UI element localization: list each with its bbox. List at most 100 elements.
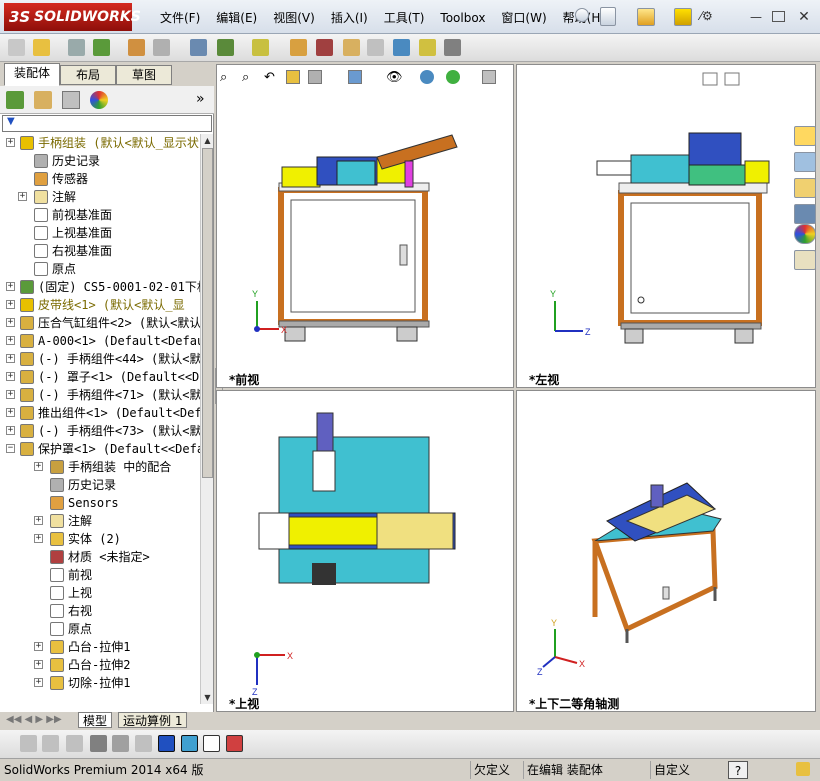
- display-style-icon[interactable]: [348, 70, 362, 84]
- tree-item[interactable]: + 手柄组装 (默认<默认_显示状: [0, 134, 200, 152]
- expand-icon[interactable]: +: [34, 462, 43, 471]
- view-orientation-icon[interactable]: [308, 70, 322, 84]
- smart-dimension-icon[interactable]: [42, 735, 59, 752]
- menu-item-5[interactable]: Toolbox: [432, 9, 493, 27]
- mate-icon[interactable]: [68, 39, 85, 56]
- tree-item[interactable]: 前视基准面: [0, 206, 200, 224]
- scroll-up-icon[interactable]: ▲: [201, 134, 214, 147]
- pin-icon[interactable]: [575, 8, 589, 22]
- tree-item[interactable]: 前视: [0, 566, 200, 584]
- tree-item[interactable]: + 凸台-拉伸2: [0, 656, 200, 674]
- help-icon[interactable]: ?: [728, 761, 748, 779]
- tree-item[interactable]: + 皮带线<1> (默认<默认_显: [0, 296, 200, 314]
- expand-icon[interactable]: +: [34, 516, 43, 525]
- expand-icon[interactable]: +: [18, 192, 27, 201]
- new-motion-study-icon[interactable]: [290, 39, 307, 56]
- custom-properties-icon[interactable]: [794, 250, 816, 270]
- menu-item-3[interactable]: 插入(I): [323, 9, 376, 27]
- bill-of-materials-icon[interactable]: [316, 39, 333, 56]
- menu-item-1[interactable]: 编辑(E): [208, 9, 265, 27]
- zoom-to-fit-icon[interactable]: ⌕: [220, 70, 227, 85]
- sketch-icon[interactable]: [20, 735, 37, 752]
- tree-item[interactable]: 原点: [0, 260, 200, 278]
- expand-icon[interactable]: +: [34, 642, 43, 651]
- reference-geometry-icon[interactable]: [252, 39, 269, 56]
- expand-icon[interactable]: +: [34, 660, 43, 669]
- property-manager-icon[interactable]: [34, 91, 52, 109]
- expand-icon[interactable]: +: [6, 336, 15, 345]
- design-library-icon[interactable]: [794, 152, 816, 172]
- tree-item[interactable]: 历史记录: [0, 476, 200, 494]
- expand-icon[interactable]: +: [6, 300, 15, 309]
- viewport-left[interactable]: Y Z *左视: [516, 64, 816, 388]
- shaded-icon[interactable]: [181, 735, 198, 752]
- chevron-right-icon[interactable]: »: [196, 91, 205, 107]
- apply-scene-icon[interactable]: [446, 70, 460, 84]
- menu-item-0[interactable]: 文件(F): [152, 9, 208, 27]
- expand-icon[interactable]: +: [6, 372, 15, 381]
- tree-item[interactable]: + 切除-拉伸1: [0, 674, 200, 692]
- expand-icon[interactable]: +: [6, 390, 15, 399]
- tree-item[interactable]: + 压合气缸组件<2> (默认<默认: [0, 314, 200, 332]
- menu-item-6[interactable]: 窗口(W): [493, 9, 554, 27]
- tree-item[interactable]: 上视: [0, 584, 200, 602]
- maximize-button[interactable]: [772, 11, 785, 22]
- expand-icon[interactable]: +: [6, 318, 15, 327]
- tree-filter-input[interactable]: ▼: [2, 115, 212, 132]
- tree-item[interactable]: + 推出组件<1> (Default<Defau: [0, 404, 200, 422]
- display-manager-icon[interactable]: [90, 91, 108, 109]
- tree-item[interactable]: + 凸台-拉伸1: [0, 638, 200, 656]
- expand-icon[interactable]: +: [6, 138, 15, 147]
- expand-icon[interactable]: +: [34, 678, 43, 687]
- save-icon[interactable]: [226, 735, 243, 752]
- hide-show-items-icon[interactable]: 👁: [386, 70, 403, 85]
- align-left-icon[interactable]: [90, 735, 107, 752]
- line-icon[interactable]: [66, 735, 83, 752]
- tree-item[interactable]: + 注解: [0, 188, 200, 206]
- smart-fasteners-icon[interactable]: [128, 39, 145, 56]
- align-center-icon[interactable]: [112, 735, 129, 752]
- zoom-to-area-icon[interactable]: ⌕: [242, 70, 249, 85]
- expand-icon[interactable]: +: [34, 534, 43, 543]
- tree-item[interactable]: − 保护罩<1> (Default<<Defaul: [0, 440, 200, 458]
- tree-item[interactable]: + (-) 手柄组件<44> (默认<默认: [0, 350, 200, 368]
- new-document-icon[interactable]: [600, 7, 616, 26]
- tree-item[interactable]: + 注解: [0, 512, 200, 530]
- file-explorer-icon[interactable]: [794, 178, 816, 198]
- open-folder-icon[interactable]: [637, 8, 655, 26]
- configuration-manager-icon[interactable]: [62, 91, 80, 109]
- tab-model[interactable]: 模型: [78, 712, 113, 728]
- status-units[interactable]: 自定义: [650, 761, 720, 779]
- expand-icon[interactable]: +: [6, 408, 15, 417]
- tab-layout[interactable]: 布局: [60, 65, 116, 85]
- tab-assembly[interactable]: 装配体: [4, 63, 60, 86]
- show-hidden-icon[interactable]: [190, 39, 207, 56]
- scroll-thumb[interactable]: [202, 148, 213, 478]
- tag-icon[interactable]: [796, 762, 810, 776]
- distribute-icon[interactable]: [135, 735, 152, 752]
- hole-alignment-icon[interactable]: [444, 39, 461, 56]
- tree-item[interactable]: + (-) 罩子<1> (Default<<Defa: [0, 368, 200, 386]
- insert-component-icon[interactable]: [33, 39, 50, 56]
- tree-item[interactable]: 传感器: [0, 170, 200, 188]
- previous-view-icon[interactable]: ↶: [264, 70, 275, 85]
- scroll-down-icon[interactable]: ▼: [201, 691, 214, 704]
- tree-item[interactable]: 材质 <未指定>: [0, 548, 200, 566]
- tree-item[interactable]: + (固定) CS5-0001-02-01下机身: [0, 278, 200, 296]
- tree-item[interactable]: 历史记录: [0, 152, 200, 170]
- origin-display-icon[interactable]: [158, 735, 175, 752]
- close-button[interactable]: ✕: [796, 10, 812, 24]
- tree-item[interactable]: 上视基准面: [0, 224, 200, 242]
- linear-pattern-icon[interactable]: [93, 39, 110, 56]
- rebuild-warning-icon[interactable]: [674, 8, 692, 26]
- menu-item-2[interactable]: 视图(V): [265, 9, 323, 27]
- interference-detection-icon[interactable]: [393, 39, 410, 56]
- exploded-view-icon[interactable]: [343, 39, 360, 56]
- view-palette-icon[interactable]: [794, 204, 816, 224]
- solidworks-logo[interactable]: 3S SOLIDWORKS: [4, 3, 141, 31]
- tree-item[interactable]: + A-000<1> (Default<Default_: [0, 332, 200, 350]
- expand-icon[interactable]: +: [6, 426, 15, 435]
- home-icon[interactable]: [794, 126, 816, 146]
- tree-item[interactable]: 原点: [0, 620, 200, 638]
- section-view-icon[interactable]: [286, 70, 300, 84]
